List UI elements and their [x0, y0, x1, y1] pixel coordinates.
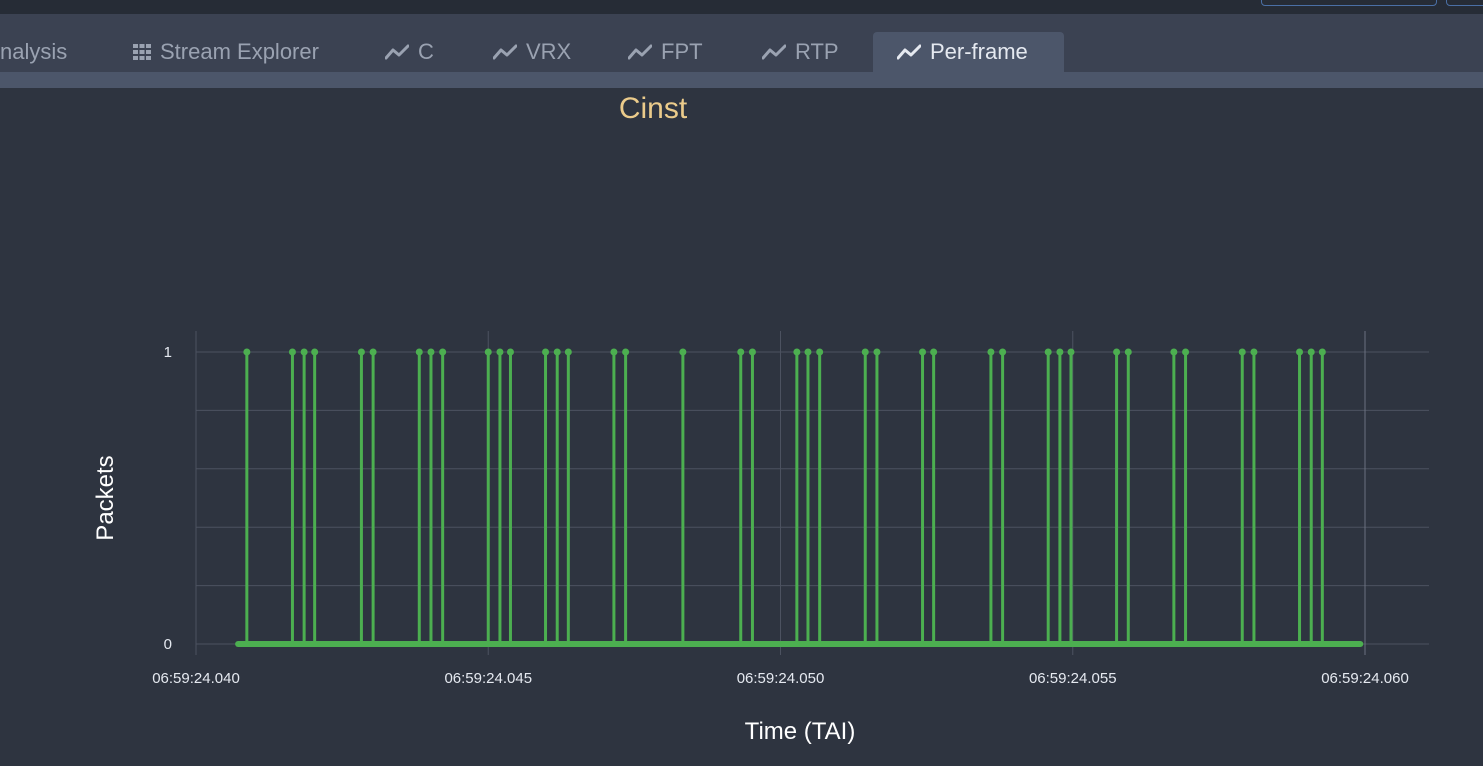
data-point: [243, 641, 250, 647]
data-point: [1125, 641, 1132, 647]
data-point: [565, 641, 572, 647]
chart-series: [235, 348, 1364, 647]
data-point: [506, 348, 514, 356]
y-tick-label: 1: [164, 344, 172, 361]
data-point: [1067, 348, 1075, 356]
data-point: [987, 641, 994, 647]
data-point: [485, 641, 492, 647]
x-axis-label: Time (TAI): [744, 718, 856, 745]
data-point: [610, 641, 617, 647]
data-point: [999, 641, 1006, 647]
data-point: [358, 641, 365, 647]
data-point: [737, 348, 745, 356]
data-point: [919, 348, 927, 356]
data-point: [622, 641, 629, 647]
data-point: [542, 348, 550, 356]
x-tick-label: 06:59:24.060: [1321, 670, 1409, 687]
data-point: [301, 641, 308, 647]
data-point: [311, 348, 319, 356]
chart-svg[interactable]: 06:59:24.040 06:59:24.045 06:59:24.050 06:5…: [0, 0, 1483, 766]
data-point: [1113, 641, 1120, 647]
data-point: [987, 348, 995, 356]
data-point: [862, 641, 869, 647]
data-point: [427, 348, 435, 356]
data-point: [793, 348, 801, 356]
x-tick-label: 06:59:24.050: [737, 670, 825, 687]
data-point: [679, 348, 687, 356]
data-point: [415, 348, 423, 356]
data-point: [1296, 348, 1304, 356]
data-point: [1308, 641, 1315, 647]
data-point: [1238, 348, 1246, 356]
data-point: [1045, 641, 1052, 647]
y-axis-label: Packets: [92, 455, 119, 541]
data-point: [610, 348, 618, 356]
data-point: [1307, 348, 1315, 356]
data-point: [1239, 641, 1246, 647]
data-point: [749, 641, 756, 647]
data-point: [1319, 641, 1326, 647]
data-point: [416, 641, 423, 647]
data-point: [999, 348, 1007, 356]
data-point: [357, 348, 365, 356]
data-point: [816, 348, 824, 356]
data-point: [1124, 348, 1132, 356]
data-point: [1182, 641, 1189, 647]
data-point: [439, 348, 447, 356]
data-point: [930, 641, 937, 647]
data-point: [1250, 641, 1257, 647]
data-point: [484, 348, 492, 356]
data-point: [679, 641, 686, 647]
data-point: [564, 348, 572, 356]
data-point: [1113, 348, 1121, 356]
x-tick-label: 06:59:24.045: [444, 670, 532, 687]
data-point: [873, 641, 880, 647]
data-point: [243, 348, 251, 356]
data-point: [1296, 641, 1303, 647]
data-point: [1170, 348, 1178, 356]
data-point: [311, 641, 318, 647]
data-point: [1318, 348, 1326, 356]
data-point: [439, 641, 446, 647]
chart-grid: [195, 331, 1429, 655]
data-point: [1056, 348, 1064, 356]
data-point: [554, 641, 561, 647]
data-point: [1170, 641, 1177, 647]
data-point: [930, 348, 938, 356]
data-point: [622, 348, 630, 356]
data-point: [804, 641, 811, 647]
data-point: [542, 641, 549, 647]
data-point: [861, 348, 869, 356]
x-tick-label: 06:59:24.040: [152, 670, 240, 687]
data-point: [1044, 348, 1052, 356]
data-point: [427, 641, 434, 647]
data-point: [1182, 348, 1190, 356]
data-point: [496, 348, 504, 356]
data-point: [369, 348, 377, 356]
data-point: [1067, 641, 1074, 647]
x-tick-label: 06:59:24.055: [1029, 670, 1117, 687]
data-point: [496, 641, 503, 647]
data-point: [919, 641, 926, 647]
data-point: [816, 641, 823, 647]
data-point: [804, 348, 812, 356]
data-point: [748, 348, 756, 356]
data-point: [1250, 348, 1258, 356]
data-point: [873, 348, 881, 356]
y-tick-label: 0: [164, 636, 172, 653]
data-point: [289, 641, 296, 647]
data-point: [300, 348, 308, 356]
data-point: [370, 641, 377, 647]
data-point: [288, 348, 296, 356]
data-point: [553, 348, 561, 356]
data-point: [737, 641, 744, 647]
data-point: [507, 641, 514, 647]
data-point: [793, 641, 800, 647]
data-point: [1056, 641, 1063, 647]
